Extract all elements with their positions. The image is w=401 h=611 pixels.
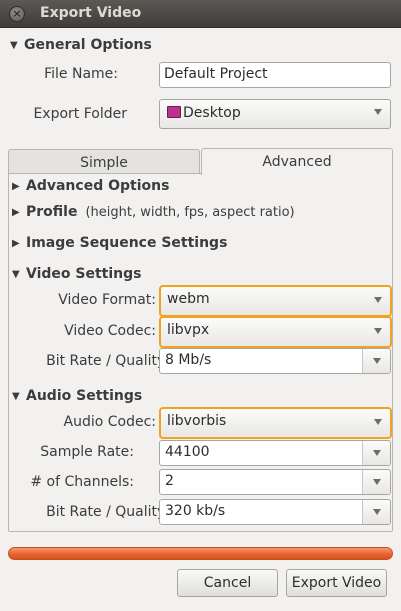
- audio-settings-expander[interactable]: ▼ Audio Settings: [12, 388, 142, 404]
- chevron-down-icon[interactable]: [362, 500, 390, 524]
- export-folder-combo[interactable]: Desktop: [159, 99, 391, 129]
- chevron-down-icon: [374, 328, 382, 334]
- channels-combo[interactable]: 2: [159, 469, 391, 495]
- audio-bitrate-value: 320 kb/s: [165, 503, 226, 519]
- general-options-header: General Options: [24, 37, 152, 53]
- audio-codec-label: Audio Codec:: [63, 414, 157, 430]
- chevron-down-icon[interactable]: [362, 470, 390, 494]
- collapsed-triangle-icon: ▶: [12, 206, 20, 218]
- video-bitrate-combo[interactable]: 8 Mb/s: [159, 348, 391, 374]
- expanded-triangle-icon: ▼: [12, 268, 20, 280]
- image-sequence-expander[interactable]: ▶ Image Sequence Settings: [12, 235, 227, 251]
- export-video-button[interactable]: Export Video: [286, 569, 387, 597]
- video-codec-value: libvpx: [167, 322, 210, 338]
- channels-label: # of Channels:: [30, 474, 134, 490]
- sample-rate-combo[interactable]: 44100: [159, 440, 391, 466]
- audio-codec-combo[interactable]: libvorbis: [159, 407, 392, 439]
- collapsed-triangle-icon: ▶: [12, 237, 20, 249]
- window-title: Export Video: [40, 5, 142, 21]
- export-progress-bar: [8, 547, 393, 560]
- profile-header: Profile: [26, 204, 78, 220]
- tab-simple[interactable]: Simple: [8, 149, 200, 176]
- video-settings-expander[interactable]: ▼ Video Settings: [12, 266, 141, 282]
- audio-settings-header: Audio Settings: [26, 388, 143, 404]
- video-codec-combo[interactable]: libvpx: [159, 316, 392, 348]
- export-folder-label: Export Folder: [33, 106, 127, 122]
- chevron-down-icon[interactable]: [362, 441, 390, 465]
- file-name-label: File Name:: [44, 66, 118, 82]
- expanded-triangle-icon: ▼: [10, 39, 18, 51]
- channels-value: 2: [165, 473, 174, 489]
- close-icon[interactable]: ×: [9, 6, 25, 22]
- video-format-label: Video Format:: [58, 292, 156, 308]
- image-sequence-header: Image Sequence Settings: [26, 235, 228, 251]
- advanced-options-expander[interactable]: ▶ Advanced Options: [12, 178, 169, 194]
- video-bitrate-value: 8 Mb/s: [165, 352, 212, 368]
- video-settings-header: Video Settings: [26, 266, 142, 282]
- tab-advanced[interactable]: Advanced: [201, 148, 393, 175]
- collapsed-triangle-icon: ▶: [12, 180, 20, 192]
- sample-rate-value: 44100: [165, 444, 210, 460]
- chevron-down-icon: [374, 109, 382, 115]
- sample-rate-label: Sample Rate:: [40, 444, 134, 460]
- expanded-triangle-icon: ▼: [12, 390, 20, 402]
- folder-icon: [167, 106, 181, 118]
- title-bar: × Export Video: [0, 0, 401, 28]
- file-name-input[interactable]: Default Project: [159, 62, 391, 88]
- video-format-combo[interactable]: webm: [159, 285, 392, 317]
- cancel-button[interactable]: Cancel: [177, 569, 278, 597]
- video-format-value: webm: [167, 291, 210, 307]
- audio-bitrate-label: Bit Rate / Quality:: [46, 504, 169, 520]
- export-folder-value: Desktop: [183, 105, 241, 121]
- profile-hint: (height, width, fps, aspect ratio): [85, 204, 295, 220]
- audio-codec-value: libvorbis: [167, 413, 227, 429]
- video-codec-label: Video Codec:: [64, 323, 156, 339]
- chevron-down-icon: [374, 419, 382, 425]
- chevron-down-icon[interactable]: [362, 349, 390, 373]
- profile-expander[interactable]: ▶ Profile (height, width, fps, aspect ra…: [12, 204, 295, 220]
- video-bitrate-label: Bit Rate / Quality:: [46, 353, 169, 369]
- chevron-down-icon: [374, 297, 382, 303]
- advanced-options-header: Advanced Options: [26, 178, 170, 194]
- audio-bitrate-combo[interactable]: 320 kb/s: [159, 499, 391, 525]
- general-options-expander[interactable]: ▼ General Options: [10, 37, 152, 53]
